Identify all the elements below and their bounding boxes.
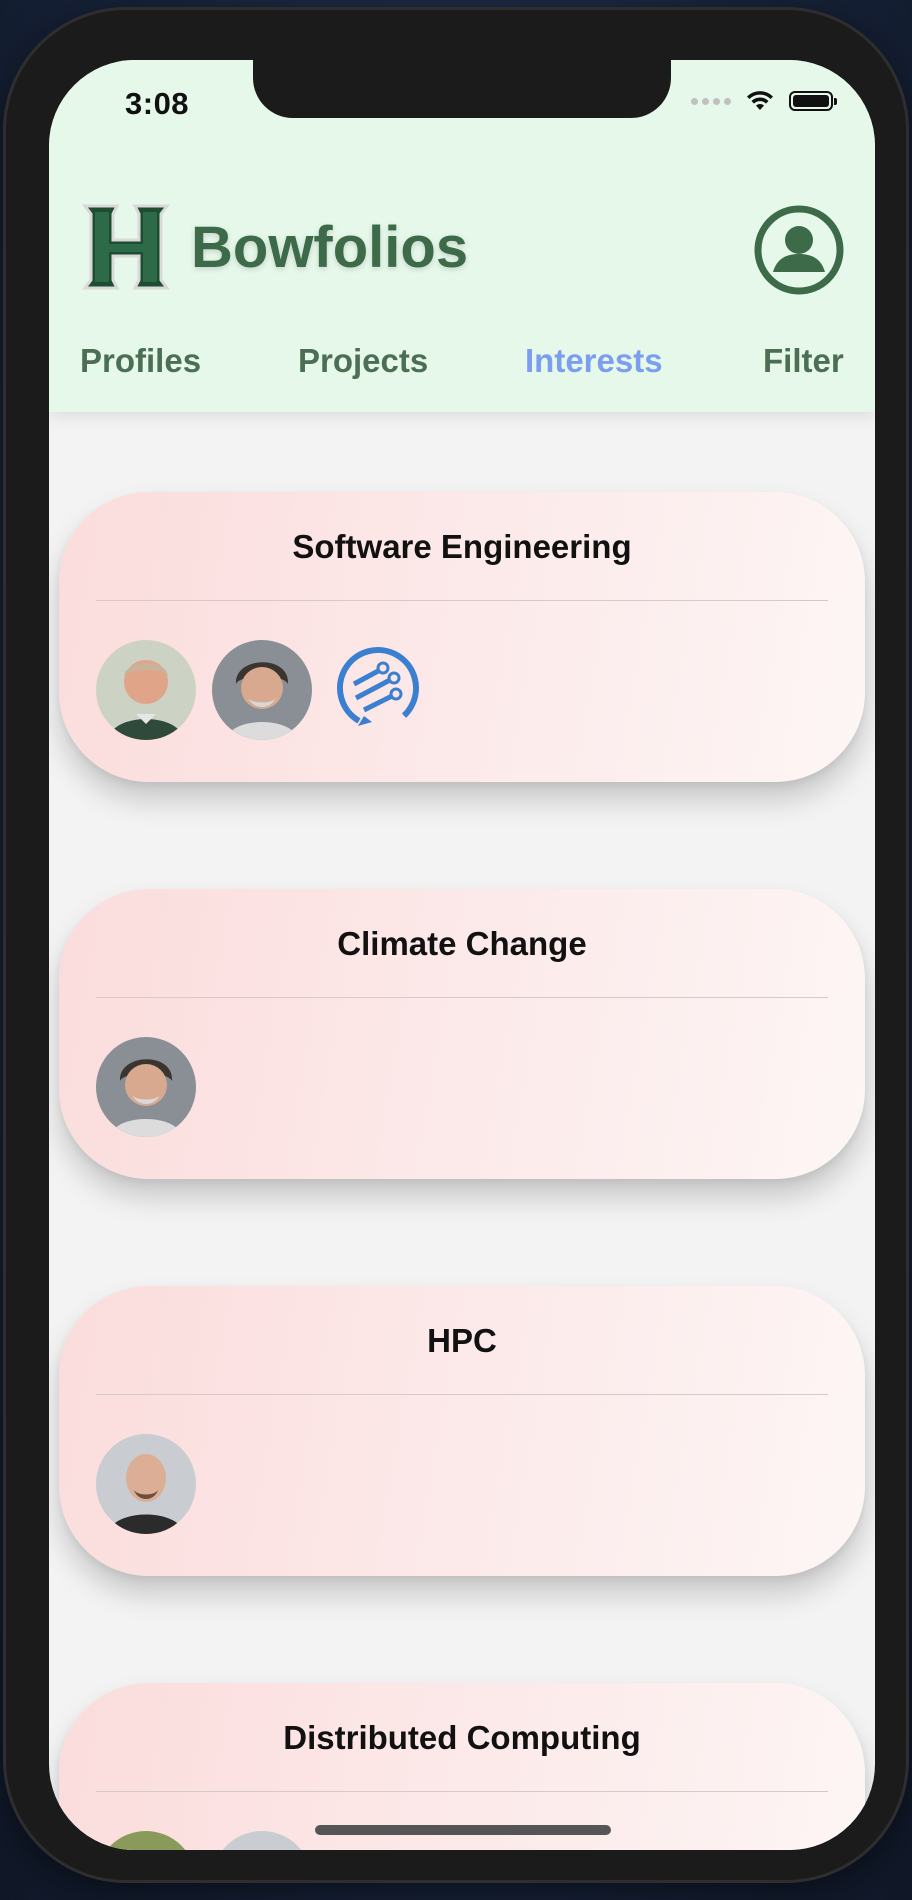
interest-title: Software Engineering: [292, 528, 632, 565]
interest-card[interactable]: Software Engineering: [59, 492, 865, 782]
home-indicator[interactable]: [315, 1825, 611, 1835]
interest-card[interactable]: Climate Change: [59, 889, 865, 1179]
h-logo-icon: [82, 204, 170, 290]
phone-frame: 3:08 Bowfolios Profiles Projects Interes…: [6, 10, 906, 1880]
tab-projects[interactable]: Projects: [298, 342, 428, 380]
avatar[interactable]: [212, 640, 312, 740]
member-avatars: [96, 1037, 196, 1137]
card-divider: [96, 1394, 828, 1395]
device-notch: [253, 60, 671, 118]
interest-title: Distributed Computing: [283, 1719, 641, 1756]
project-logo-icon[interactable]: [328, 640, 428, 740]
avatar[interactable]: [96, 1037, 196, 1137]
member-avatars: [96, 640, 428, 740]
tab-interests[interactable]: Interests: [525, 342, 663, 380]
member-avatars: [96, 1434, 196, 1534]
tab-filter[interactable]: Filter: [763, 342, 844, 380]
avatar[interactable]: [96, 1831, 196, 1850]
app-header: 3:08 Bowfolios Profiles Projects Interes…: [49, 60, 875, 412]
card-divider: [96, 600, 828, 601]
interests-list: Software Engineering Climate Change HPC …: [49, 412, 875, 1850]
interest-title: Climate Change: [337, 925, 587, 962]
interest-title: HPC: [427, 1322, 497, 1359]
card-divider: [96, 997, 828, 998]
brand: Bowfolios: [79, 200, 468, 294]
avatar[interactable]: [212, 1831, 312, 1850]
tab-bar: Profiles Projects Interests Filter: [49, 342, 875, 392]
member-avatars: [96, 1831, 312, 1850]
cellular-signal-icon: [691, 97, 731, 105]
app-screen: 3:08 Bowfolios Profiles Projects Interes…: [49, 60, 875, 1850]
status-time: 3:08: [125, 86, 190, 121]
status-icons: [691, 90, 837, 112]
tab-profiles[interactable]: Profiles: [80, 342, 201, 380]
avatar[interactable]: [96, 640, 196, 740]
battery-icon: [789, 91, 837, 111]
avatar[interactable]: [96, 1434, 196, 1534]
wifi-icon: [747, 91, 773, 110]
user-circle-icon[interactable]: [753, 204, 845, 296]
card-divider: [96, 1791, 828, 1792]
app-title: Bowfolios: [191, 214, 469, 280]
interest-card[interactable]: HPC: [59, 1286, 865, 1576]
